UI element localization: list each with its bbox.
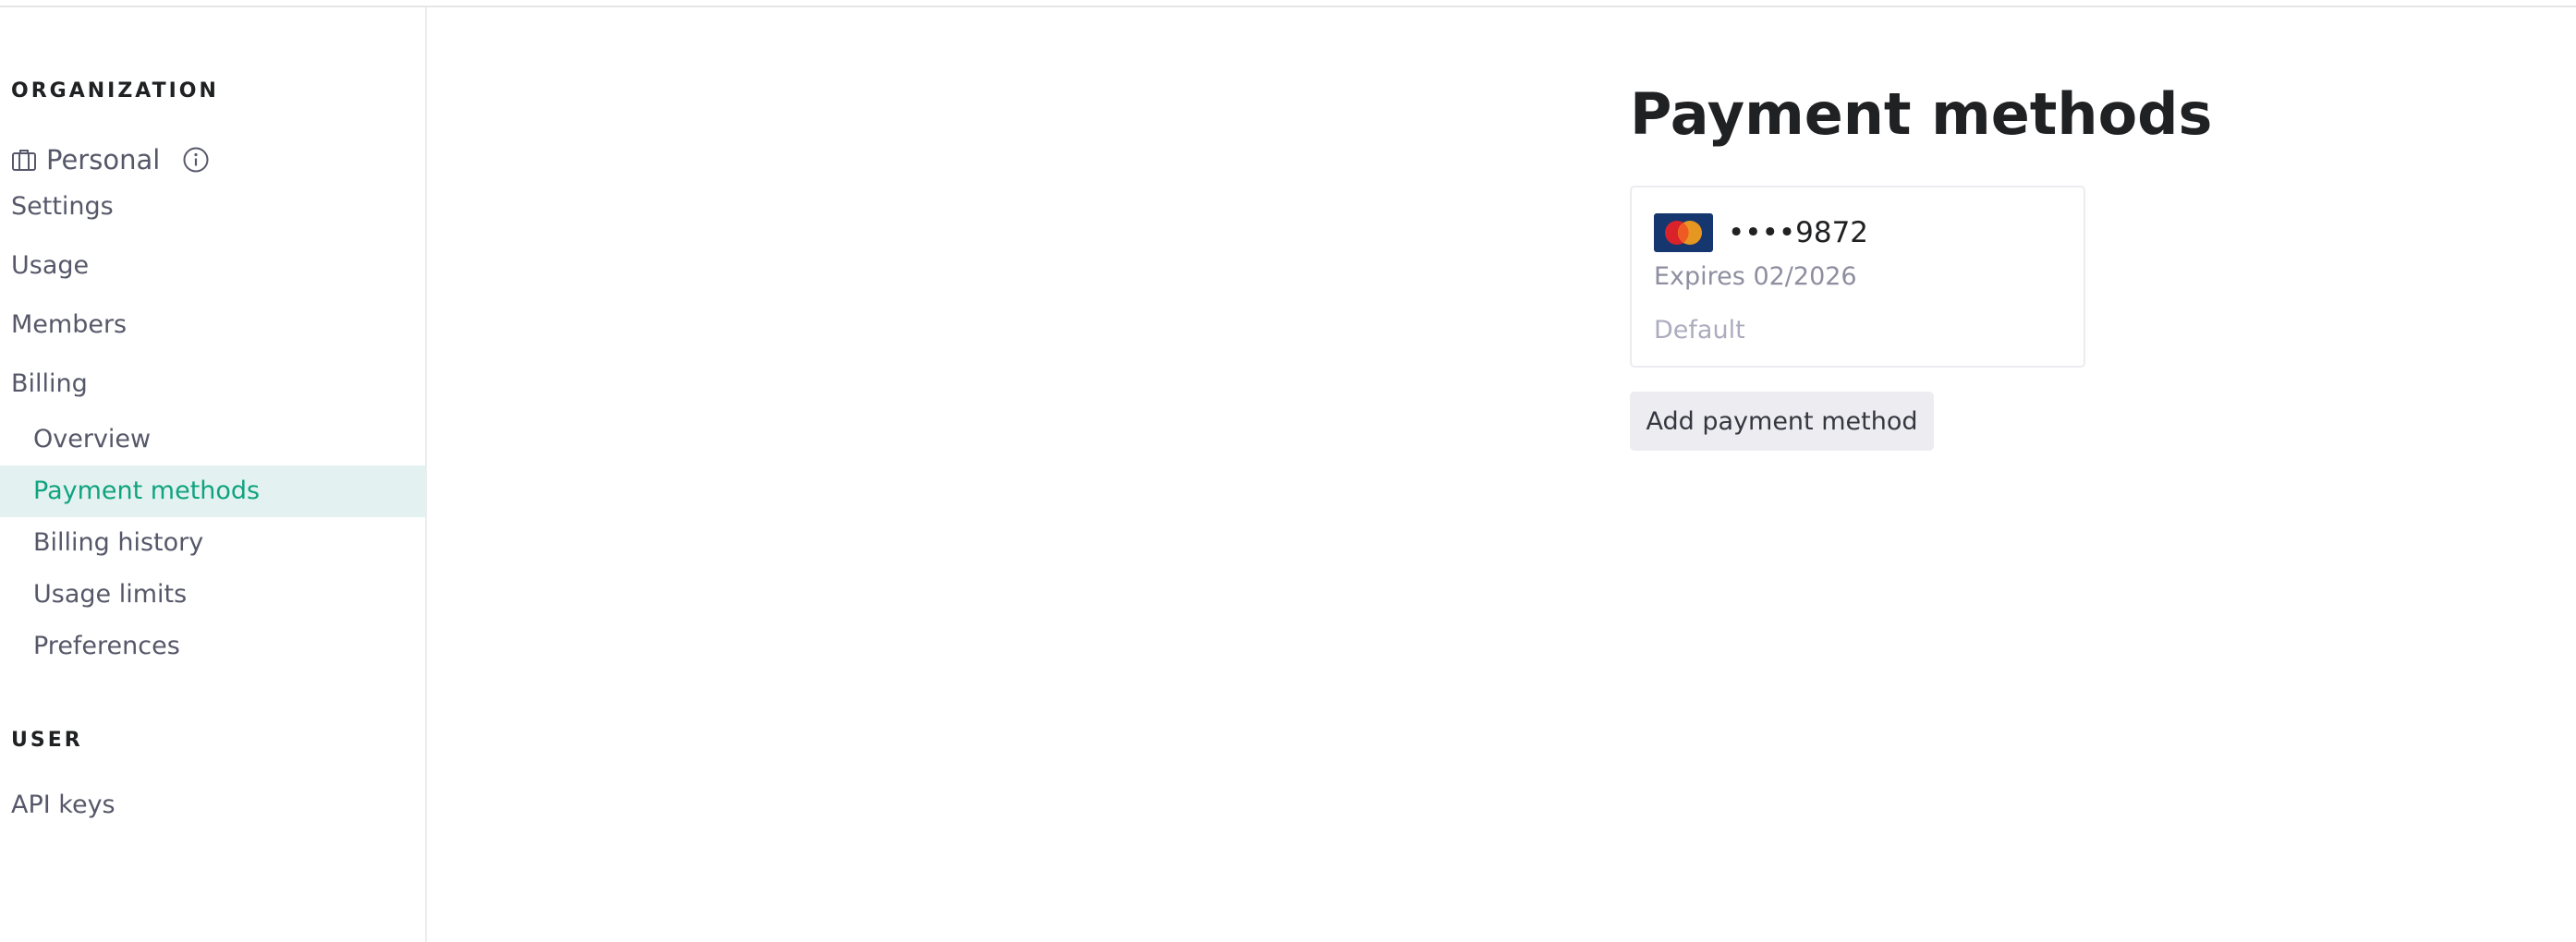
nav-billing[interactable]: Billing: [11, 358, 88, 410]
payment-card[interactable]: ••••9872 Expires 02/2026 Default: [1630, 186, 2085, 368]
nav-usage-limits[interactable]: Usage limits: [0, 569, 425, 621]
org-name: Personal: [46, 144, 161, 175]
info-icon[interactable]: [182, 146, 210, 174]
nav-billing-history[interactable]: Billing history: [0, 517, 425, 569]
nav-settings[interactable]: Settings: [11, 181, 114, 233]
nav-preferences[interactable]: Preferences: [0, 621, 425, 672]
page-title: Payment methods: [1630, 80, 2213, 148]
mastercard-icon: [1654, 213, 1713, 252]
organization-heading: ORGANIZATION: [11, 79, 219, 103]
sidebar: ORGANIZATION Personal Settings Usage Mem…: [0, 7, 427, 942]
nav-members[interactable]: Members: [11, 299, 127, 351]
card-number: ••••9872: [1728, 216, 1869, 249]
briefcase-icon: [11, 147, 37, 173]
card-expiry: Expires 02/2026: [1654, 262, 1857, 291]
nav-usage[interactable]: Usage: [11, 240, 89, 292]
nav-api-keys[interactable]: API keys: [11, 779, 115, 831]
add-payment-method-button[interactable]: Add payment method: [1630, 392, 1934, 451]
nav-payment-methods[interactable]: Payment methods: [0, 465, 425, 517]
default-badge: Default: [1654, 316, 1745, 344]
nav-billing-overview[interactable]: Overview: [0, 414, 425, 465]
user-heading: USER: [11, 729, 83, 752]
org-selector[interactable]: Personal: [11, 134, 210, 186]
